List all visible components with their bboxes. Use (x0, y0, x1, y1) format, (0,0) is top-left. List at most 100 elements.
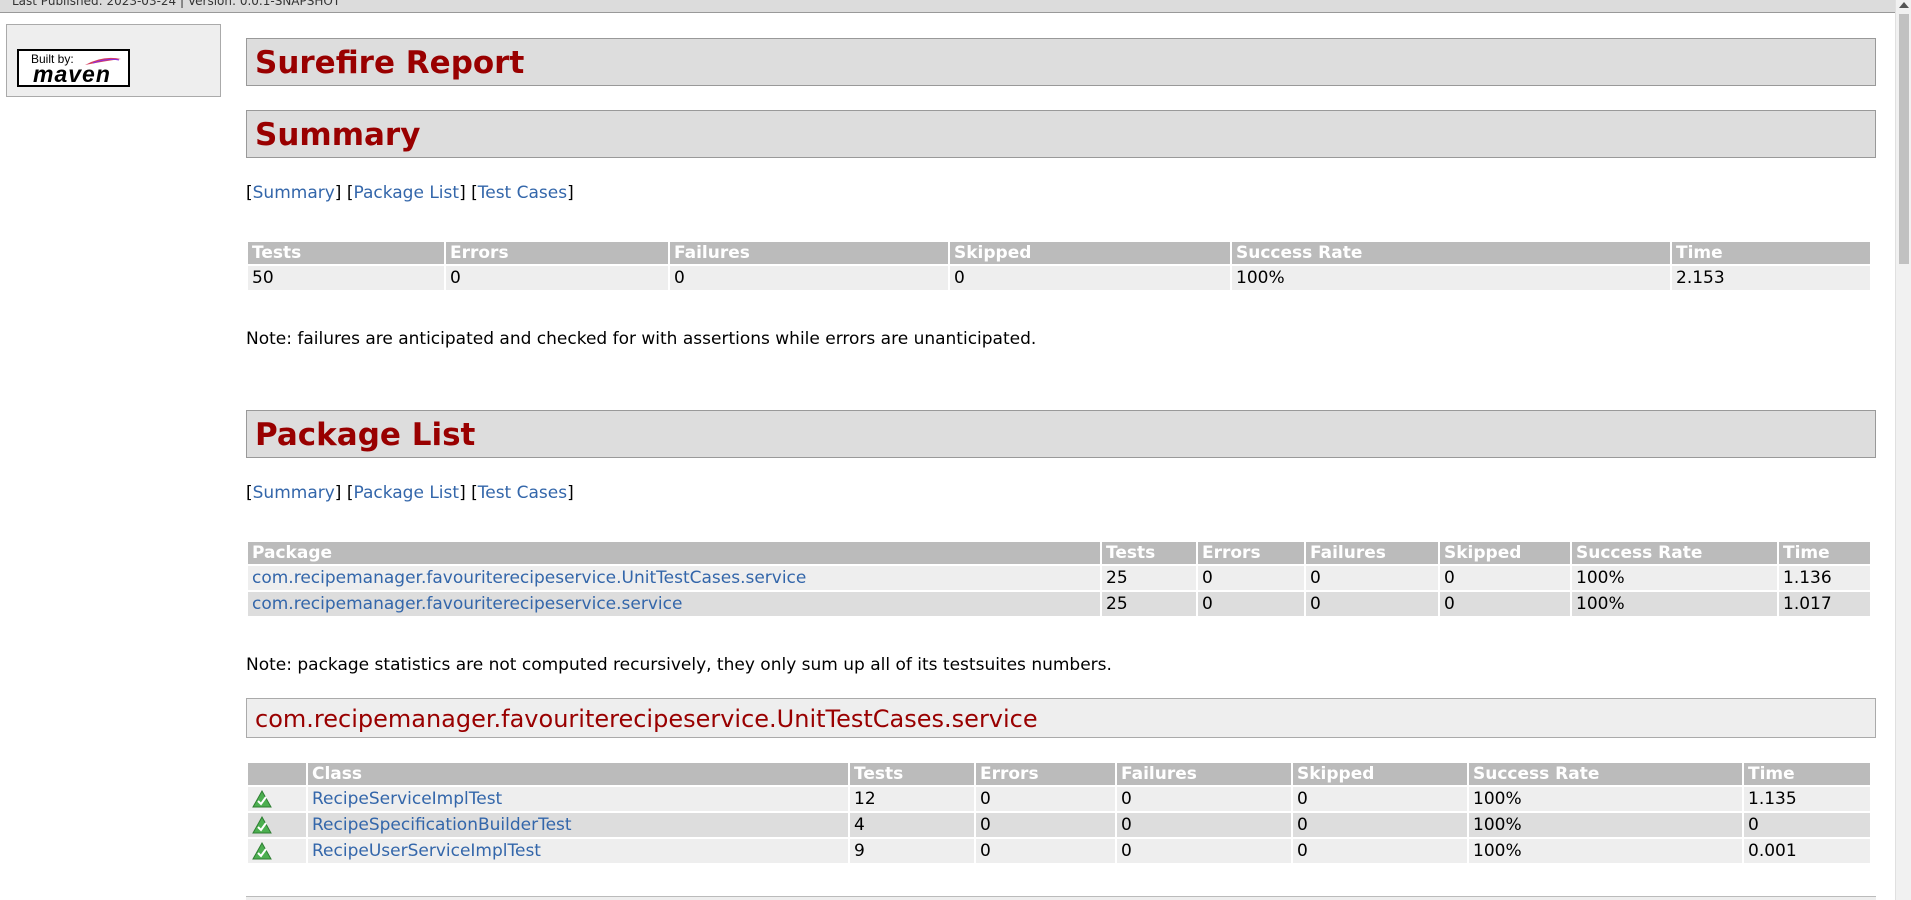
table-cell: 0 (1306, 592, 1438, 616)
class-link[interactable]: RecipeServiceImplTest (312, 789, 502, 809)
class-header-row: Class Tests Errors Failures Skipped Succ… (248, 763, 1870, 785)
table-cell: 0 (1440, 566, 1570, 590)
summary-note: Note: failures are anticipated and check… (246, 329, 1037, 349)
table-cell: 100% (1572, 592, 1777, 616)
package-detail-heading: com.recipemanager.favouriterecipeservice… (246, 698, 1876, 738)
table-cell: 25 (1102, 592, 1196, 616)
table-cell: 100% (1469, 839, 1742, 863)
class-link[interactable]: RecipeUserServiceImplTest (312, 841, 541, 861)
maven-wordmark: maven (33, 61, 111, 87)
main-content: Surefire Report Summary [Summary] [Packa… (246, 0, 1876, 900)
table-cell: 4 (850, 813, 974, 837)
nav-summary-link[interactable]: Summary (253, 483, 335, 503)
nav-summary-link[interactable]: Summary (253, 183, 335, 203)
table-cell: 25 (1102, 566, 1196, 590)
nav-links-summary: [Summary] [Package List] [Test Cases] (246, 183, 574, 203)
table-row: RecipeSpecificationBuilderTest 4 0 0 0 1… (248, 813, 1870, 837)
table-cell: 0 (1293, 813, 1467, 837)
col-header: Class (308, 763, 848, 785)
page-title: Surefire Report (246, 38, 1876, 86)
table-cell: 0 (1293, 787, 1467, 811)
col-header: Errors (446, 242, 668, 264)
table-cell: 0 (976, 787, 1115, 811)
table-cell: 0 (1117, 787, 1291, 811)
summary-header-row: Tests Errors Failures Skipped Success Ra… (248, 242, 1870, 264)
table-row: 50 0 0 0 100% 2.153 (248, 266, 1870, 290)
table-cell: 0 (1440, 592, 1570, 616)
scrollbar-thumb[interactable] (1899, 14, 1909, 264)
table-cell: 0 (976, 813, 1115, 837)
col-header: Failures (1117, 763, 1291, 785)
table-cell: 0 (670, 266, 948, 290)
next-section-edge (246, 896, 1876, 900)
table-row: com.recipemanager.favouriterecipeservice… (248, 592, 1870, 616)
nav-package-list-link[interactable]: Package List (353, 183, 459, 203)
col-header: Tests (248, 242, 444, 264)
nav-test-cases-link[interactable]: Test Cases (478, 483, 567, 503)
table-cell: 1.017 (1779, 592, 1870, 616)
table-cell: 0 (1117, 813, 1291, 837)
table-cell: 100% (1469, 787, 1742, 811)
package-note: Note: package statistics are not compute… (246, 655, 1112, 675)
table-cell: RecipeServiceImplTest (308, 787, 848, 811)
col-header: Success Rate (1469, 763, 1742, 785)
col-header (248, 763, 306, 785)
col-header: Skipped (1440, 542, 1570, 564)
col-header: Failures (1306, 542, 1438, 564)
package-list-heading: Package List (246, 410, 1876, 458)
vertical-scrollbar[interactable] (1895, 0, 1911, 900)
table-cell: 1.135 (1744, 787, 1870, 811)
table-cell: com.recipemanager.favouriterecipeservice… (248, 592, 1100, 616)
col-header: Errors (976, 763, 1115, 785)
nav-test-cases-link[interactable]: Test Cases (478, 183, 567, 203)
col-header: Success Rate (1232, 242, 1670, 264)
table-row: RecipeServiceImplTest 12 0 0 0 100% 1.13… (248, 787, 1870, 811)
table-cell: 9 (850, 839, 974, 863)
table-cell: 1.136 (1779, 566, 1870, 590)
col-header: Success Rate (1572, 542, 1777, 564)
maven-logo[interactable]: Built by: maven (17, 49, 130, 87)
class-link[interactable]: RecipeSpecificationBuilderTest (312, 815, 572, 835)
table-cell: 0 (1306, 566, 1438, 590)
table-row: RecipeUserServiceImplTest 9 0 0 0 100% 0… (248, 839, 1870, 863)
table-cell: 100% (1469, 813, 1742, 837)
status-cell (248, 787, 306, 811)
table-cell: 0 (1198, 566, 1304, 590)
status-cell (248, 813, 306, 837)
table-cell: 0 (950, 266, 1230, 290)
table-cell: 0.001 (1744, 839, 1870, 863)
nav-package-list-link[interactable]: Package List (353, 483, 459, 503)
col-header: Errors (1198, 542, 1304, 564)
table-cell: 2.153 (1672, 266, 1870, 290)
col-header: Skipped (1293, 763, 1467, 785)
col-header: Time (1672, 242, 1870, 264)
nav-links-package-list: [Summary] [Package List] [Test Cases] (246, 483, 574, 503)
package-header-row: Package Tests Errors Failures Skipped Su… (248, 542, 1870, 564)
col-header: Tests (850, 763, 974, 785)
table-row: com.recipemanager.favouriterecipeservice… (248, 566, 1870, 590)
scroll-up-arrow-icon[interactable] (1899, 2, 1909, 8)
table-cell: 0 (1117, 839, 1291, 863)
table-cell: com.recipemanager.favouriterecipeservice… (248, 566, 1100, 590)
col-header: Time (1744, 763, 1870, 785)
table-cell: 100% (1572, 566, 1777, 590)
table-cell: 0 (1744, 813, 1870, 837)
table-cell: 0 (446, 266, 668, 290)
success-icon (252, 790, 272, 808)
table-cell: 100% (1232, 266, 1670, 290)
success-icon (252, 816, 272, 834)
success-icon (252, 842, 272, 860)
col-header: Tests (1102, 542, 1196, 564)
package-link[interactable]: com.recipemanager.favouriterecipeservice… (252, 594, 682, 614)
package-list-table: Package Tests Errors Failures Skipped Su… (246, 540, 1872, 618)
table-cell: 0 (1293, 839, 1467, 863)
summary-heading: Summary (246, 110, 1876, 158)
table-cell: 50 (248, 266, 444, 290)
class-table: Class Tests Errors Failures Skipped Succ… (246, 761, 1872, 865)
table-cell: 0 (976, 839, 1115, 863)
table-cell: 12 (850, 787, 974, 811)
col-header: Package (248, 542, 1100, 564)
package-link[interactable]: com.recipemanager.favouriterecipeservice… (252, 568, 806, 588)
table-cell: RecipeSpecificationBuilderTest (308, 813, 848, 837)
col-header: Skipped (950, 242, 1230, 264)
